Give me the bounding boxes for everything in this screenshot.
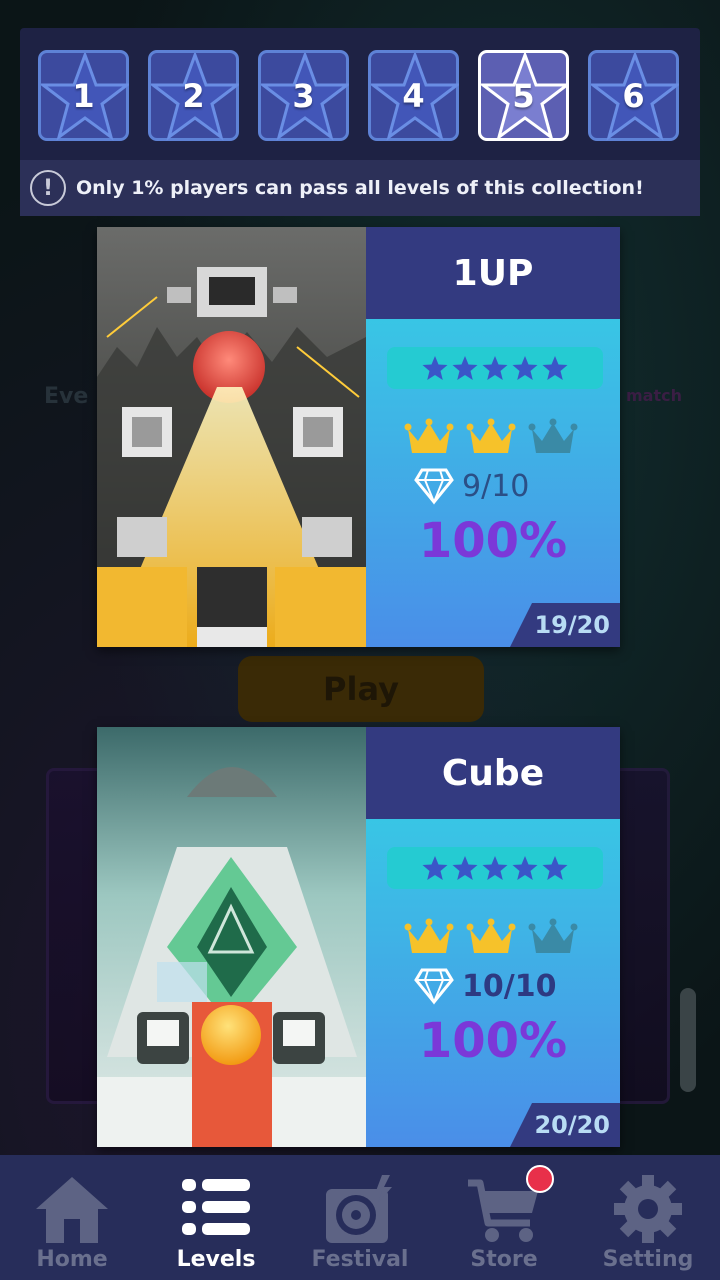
level-info: Cube 10/10 100% 20/20 xyxy=(366,727,620,1147)
nav-setting-label: Setting xyxy=(602,1247,694,1272)
collection-tab-label: 5 xyxy=(512,76,535,115)
list-icon xyxy=(182,1179,250,1235)
collection-tab-4[interactable]: 4 xyxy=(368,50,459,141)
collection-tab-label: 1 xyxy=(72,76,95,115)
nav-levels[interactable]: Levels xyxy=(144,1155,288,1280)
home-icon xyxy=(36,1177,108,1243)
rating-star-icon xyxy=(422,356,448,380)
level-title: Cube xyxy=(366,727,620,819)
collection-tab-label: 4 xyxy=(402,76,425,115)
crown-gold-icon xyxy=(466,418,516,453)
collection-tabs: 1 2 3 4 5 6 xyxy=(38,50,679,141)
rating-star-icon xyxy=(482,356,508,380)
diamond-icon xyxy=(414,468,454,505)
nav-store[interactable]: Store xyxy=(432,1155,576,1280)
level-title: 1UP xyxy=(366,227,620,319)
nav-home[interactable]: Home xyxy=(0,1155,144,1280)
crown-empty-icon xyxy=(528,918,578,953)
collection-tab-label: 2 xyxy=(182,76,205,115)
notice-bar: ! Only 1% players can pass all levels of… xyxy=(20,160,700,216)
crowns xyxy=(404,917,578,957)
collection-tab-5[interactable]: 5 xyxy=(478,50,569,141)
crowns xyxy=(404,417,578,457)
collection-tab-label: 6 xyxy=(622,76,645,115)
nav-setting[interactable]: Setting xyxy=(576,1155,720,1280)
store-notification-badge xyxy=(526,1165,554,1193)
notice-text: Only 1% players can pass all levels of t… xyxy=(76,177,644,199)
collection-tab-6[interactable]: 6 xyxy=(588,50,679,141)
record-player-icon xyxy=(326,1175,392,1243)
gear-icon xyxy=(614,1175,682,1243)
nav-home-label: Home xyxy=(36,1247,108,1272)
gem-count: 9/10 xyxy=(462,468,530,504)
level-progress: 19/20 xyxy=(510,603,620,647)
level-artwork xyxy=(97,727,366,1147)
collection-tab-1[interactable]: 1 xyxy=(38,50,129,141)
gems: 9/10 xyxy=(414,467,529,505)
rating-star-icon xyxy=(452,356,478,380)
rating-star-icon xyxy=(482,856,508,880)
level-card-cube[interactable]: Cube 10/10 100% 20/20 xyxy=(97,727,620,1147)
nav-levels-label: Levels xyxy=(176,1247,256,1272)
crown-empty-icon xyxy=(528,418,578,453)
background-event-label: Eve xyxy=(44,384,89,409)
level-progress: 20/20 xyxy=(510,1103,620,1147)
scrollbar[interactable] xyxy=(680,988,696,1092)
nav-festival-label: Festival xyxy=(311,1247,409,1272)
nav-store-label: Store xyxy=(470,1247,538,1272)
diamond-icon xyxy=(414,968,454,1005)
collection-panel: 1 2 3 4 5 6 ! Only 1% players can pass a… xyxy=(20,28,700,216)
background-play-button: Play xyxy=(238,656,484,722)
crown-gold-icon xyxy=(404,418,454,453)
crown-gold-icon xyxy=(404,918,454,953)
rating-star-icon xyxy=(512,356,538,380)
collection-tab-2[interactable]: 2 xyxy=(148,50,239,141)
difficulty-rating xyxy=(387,347,603,389)
level-card-1up[interactable]: 1UP 9/10 100% 19/20 xyxy=(97,227,620,647)
difficulty-rating xyxy=(387,847,603,889)
nav-festival[interactable]: Festival xyxy=(288,1155,432,1280)
collection-tab-3[interactable]: 3 xyxy=(258,50,349,141)
gem-count: 10/10 xyxy=(462,968,557,1004)
completion-percent: 100% xyxy=(418,1013,568,1069)
level-artwork-image xyxy=(97,727,366,1147)
level-artwork-image xyxy=(97,227,366,647)
bottom-nav: Home Levels Festival Store Setting xyxy=(0,1155,720,1280)
exclamation-icon: ! xyxy=(30,170,66,206)
background-match-label: y match xyxy=(610,386,682,405)
gems: 10/10 xyxy=(414,967,556,1005)
completion-percent: 100% xyxy=(418,513,568,569)
rating-star-icon xyxy=(422,856,448,880)
rating-star-icon xyxy=(452,856,478,880)
level-artwork xyxy=(97,227,366,647)
rating-star-icon xyxy=(542,356,568,380)
level-info: 1UP 9/10 100% 19/20 xyxy=(366,227,620,647)
rating-star-icon xyxy=(542,856,568,880)
collection-tab-label: 3 xyxy=(292,76,315,115)
crown-gold-icon xyxy=(466,918,516,953)
rating-star-icon xyxy=(512,856,538,880)
